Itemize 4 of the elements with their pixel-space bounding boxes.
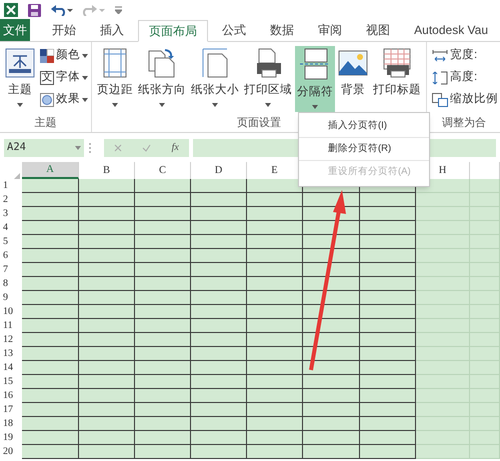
group-label: 主题 [34, 116, 56, 131]
group-label: 调整为合 [442, 116, 486, 131]
font-icon: 文 [40, 70, 54, 84]
group-label: 页面设置 [237, 116, 281, 131]
